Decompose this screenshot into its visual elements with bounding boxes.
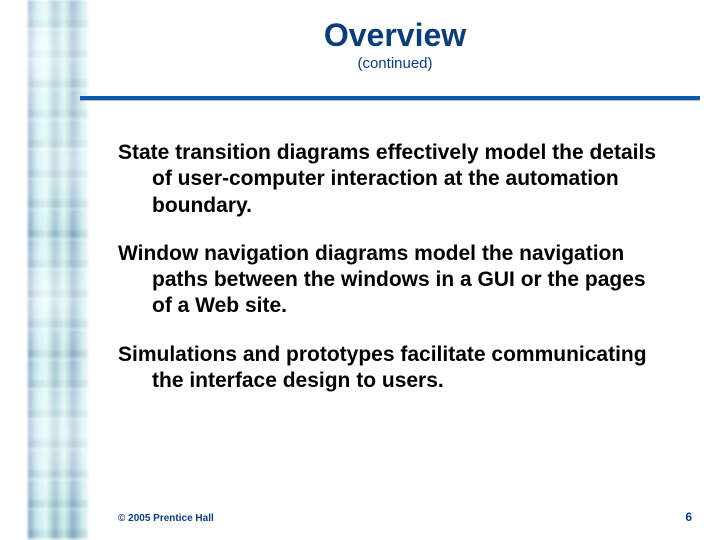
slide-footer: © 2005 Prentice Hall 6 (118, 510, 692, 524)
body-paragraph: State transition diagrams effectively mo… (118, 140, 670, 219)
slide-header: Overview (continued) (90, 18, 700, 72)
body-paragraph: Window navigation diagrams model the nav… (118, 241, 670, 320)
slide-title: Overview (90, 18, 700, 53)
body-paragraph: Simulations and prototypes facilitate co… (118, 342, 670, 395)
slide-subtitle: (continued) (90, 55, 700, 72)
slide-body: State transition diagrams effectively mo… (118, 140, 670, 416)
slide: Overview (continued) State transition di… (0, 0, 720, 540)
horizontal-rule (80, 96, 700, 100)
copyright-text: © 2005 Prentice Hall (118, 513, 214, 524)
page-number: 6 (685, 510, 692, 524)
side-decoration-graphic (28, 0, 88, 540)
